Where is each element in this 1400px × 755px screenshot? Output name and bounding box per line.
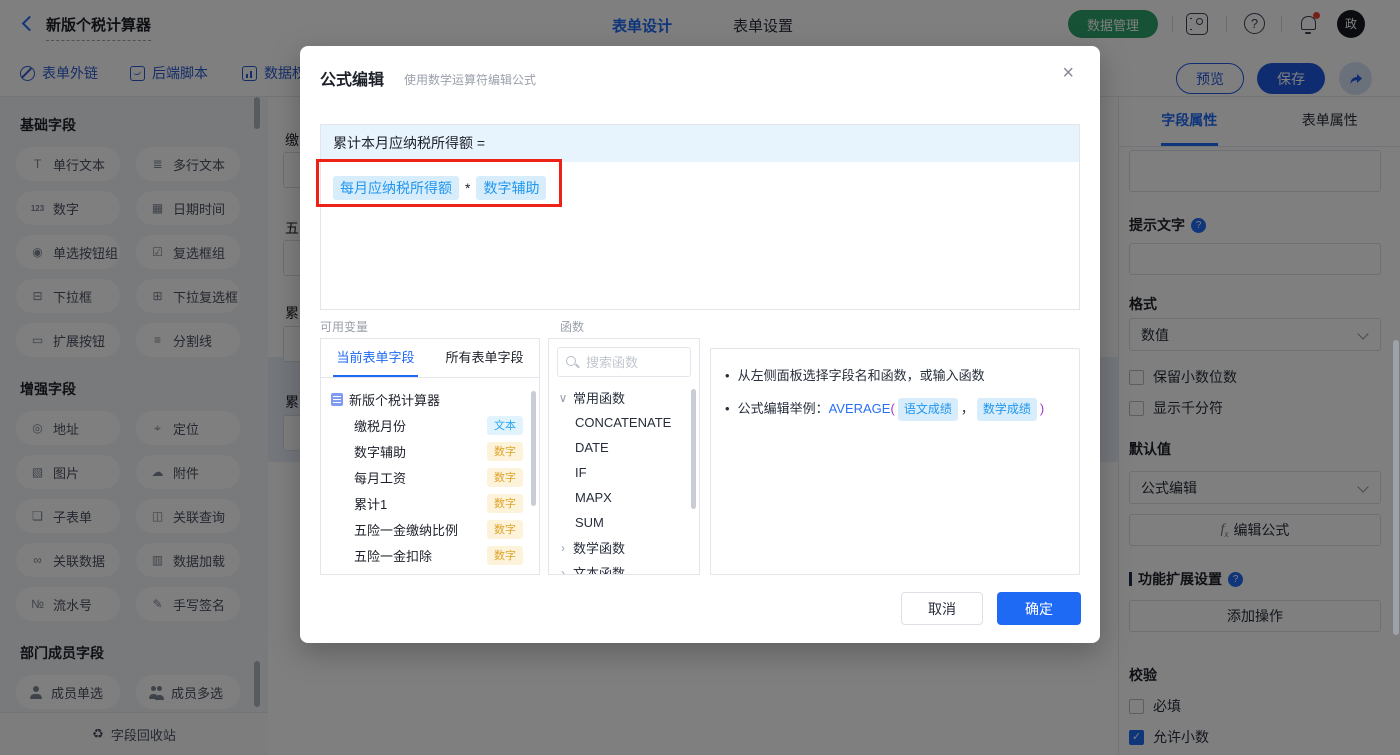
- variable-item[interactable]: 缴税月份 文本: [321, 412, 539, 438]
- functions-scrollbar-thumb[interactable]: [691, 389, 696, 509]
- function-item[interactable]: MAPX: [549, 485, 699, 510]
- formula-editor-modal: 公式编辑 使用数学运算符编辑公式 × 累计本月应纳税所得额 = 每月应纳税所得额…: [300, 46, 1100, 643]
- functions-panel: ∨常用函数 CONCATENATE DATE IF MAPX SUM ›数学函数…: [548, 338, 700, 575]
- function-item[interactable]: CONCATENATE: [549, 410, 699, 435]
- type-badge-text: 文本: [487, 415, 523, 435]
- variable-item[interactable]: 累计1 数字: [321, 490, 539, 516]
- variable-item[interactable]: 五险一金缴纳比例 数字: [321, 516, 539, 542]
- variables-section-label: 可用变量: [320, 320, 369, 334]
- type-badge-number: 数字: [487, 441, 523, 461]
- variables-panel: 当前表单字段 所有表单字段 新版个税计算器 缴税月份 文本 数字辅助 数字 每月工资…: [320, 338, 540, 575]
- function-item[interactable]: IF: [549, 460, 699, 485]
- help-panel: 从左侧面板选择字段名和函数，或输入函数 公式编辑举例：AVERAGE(语文成绩，…: [710, 348, 1080, 575]
- variable-item[interactable]: 每月工资 数字: [321, 464, 539, 490]
- modal-title: 公式编辑: [320, 72, 385, 89]
- function-group-common[interactable]: ∨ 常用函数: [549, 385, 699, 410]
- form-doc-icon: [331, 392, 343, 406]
- type-badge-number: 数字: [487, 545, 523, 565]
- type-badge-number: 数字: [487, 493, 523, 513]
- example-function-name: AVERAGE: [828, 401, 891, 416]
- example-field-chip: 语文成绩: [897, 398, 958, 421]
- help-tip-2: 公式编辑举例：AVERAGE(语文成绩，数学成绩): [725, 398, 1065, 421]
- page-scrollbar-thumb[interactable]: [1393, 340, 1399, 635]
- close-icon[interactable]: ×: [1062, 63, 1074, 83]
- annotation-red-box: [316, 159, 562, 207]
- functions-section-label: 函数: [560, 320, 585, 334]
- function-search[interactable]: [557, 347, 691, 377]
- help-tip-1: 从左侧面板选择字段名和函数，或输入函数: [725, 365, 1065, 386]
- tree-root-form[interactable]: 新版个税计算器: [321, 386, 539, 412]
- function-item[interactable]: DATE: [549, 435, 699, 460]
- function-item[interactable]: SUM: [549, 510, 699, 535]
- function-group-text[interactable]: › 文本函数: [549, 560, 699, 575]
- confirm-button[interactable]: 确定: [997, 592, 1081, 625]
- chevron-down-icon: ∨: [558, 390, 568, 405]
- variables-tree: 新版个税计算器 缴税月份 文本 数字辅助 数字 每月工资 数字 累计1 数字 五险一金缴…: [321, 378, 539, 574]
- variable-item[interactable]: 数字辅助 数字: [321, 438, 539, 464]
- search-icon: [565, 355, 579, 369]
- variables-tabs: 当前表单字段 所有表单字段: [321, 339, 539, 378]
- variables-scrollbar-thumb[interactable]: [531, 391, 536, 506]
- formula-target: 累计本月应纳税所得额 =: [321, 125, 1079, 162]
- tab-all-form-fields[interactable]: 所有表单字段: [430, 339, 539, 377]
- variable-item[interactable]: 五险一金扣除 数字: [321, 542, 539, 568]
- function-group-math[interactable]: › 数学函数: [549, 535, 699, 560]
- search-input[interactable]: [584, 353, 683, 371]
- chevron-right-icon: ›: [561, 540, 565, 555]
- modal-subtitle: 使用数学运算符编辑公式: [404, 73, 537, 87]
- app-screen: 新版个税计算器 表单设计 表单设置 数据管理 ? 政 表单外链 后端脚本 数据权…: [0, 0, 1400, 755]
- type-badge-number: 数字: [487, 467, 523, 487]
- tab-current-form-fields[interactable]: 当前表单字段: [321, 339, 430, 377]
- type-badge-number: 数字: [487, 519, 523, 539]
- formula-editor: 累计本月应纳税所得额 = 每月应纳税所得额 * 数字辅助: [320, 124, 1080, 310]
- chevron-right-icon: ›: [561, 565, 565, 575]
- example-field-chip: 数学成绩: [976, 398, 1037, 421]
- cancel-button[interactable]: 取消: [901, 592, 983, 625]
